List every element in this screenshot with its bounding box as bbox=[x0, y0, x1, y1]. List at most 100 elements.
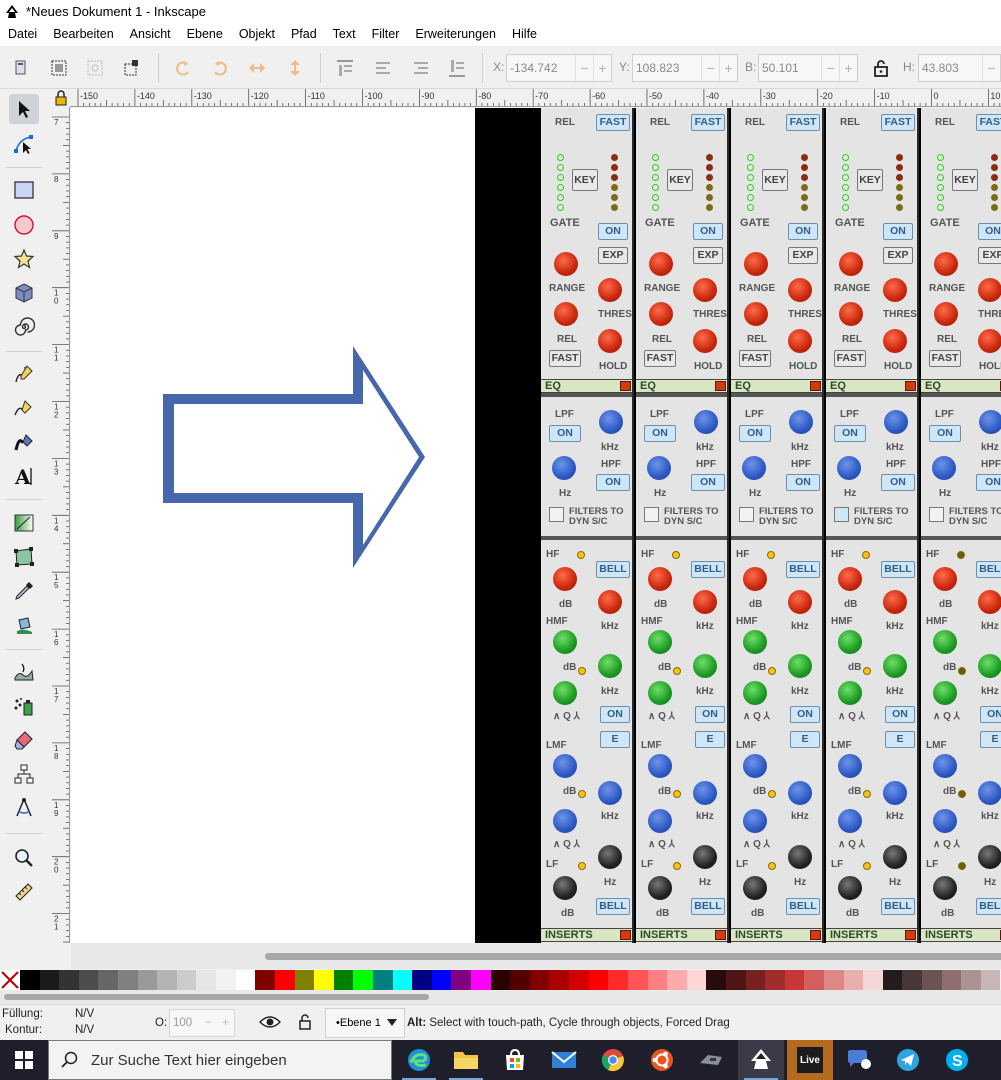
hf-bell-button[interactable]: BELL bbox=[596, 561, 630, 578]
lf-freq-knob[interactable] bbox=[883, 845, 907, 869]
menu-datei[interactable]: Datei bbox=[0, 23, 45, 46]
mesh-tool[interactable] bbox=[9, 542, 39, 572]
layer-lock-icon[interactable] bbox=[296, 1013, 314, 1031]
no-paint-swatch[interactable] bbox=[0, 970, 20, 990]
menu-pfad[interactable]: Pfad bbox=[283, 23, 325, 46]
vertical-ruler[interactable]: 789101112131415161718192021 bbox=[52, 107, 70, 943]
hmf-freq-knob[interactable] bbox=[883, 654, 907, 678]
y-value[interactable]: 108.823 bbox=[633, 61, 701, 75]
lmf-q-knob[interactable] bbox=[553, 809, 577, 833]
exp-button[interactable]: EXP bbox=[788, 247, 818, 264]
range-knob[interactable] bbox=[554, 252, 578, 276]
lf-freq-knob[interactable] bbox=[693, 845, 717, 869]
color-swatch[interactable] bbox=[20, 970, 40, 990]
thres-knob[interactable] bbox=[693, 278, 717, 302]
hf-freq-knob[interactable] bbox=[598, 590, 622, 614]
fast-button[interactable]: FAST bbox=[976, 114, 1001, 131]
exp-button[interactable]: EXP bbox=[598, 247, 628, 264]
lower-to-bottom-icon[interactable] bbox=[446, 57, 468, 79]
color-swatch[interactable] bbox=[667, 970, 687, 990]
connector-tool[interactable] bbox=[9, 759, 39, 789]
color-swatch[interactable] bbox=[294, 970, 315, 990]
selector-tool[interactable] bbox=[9, 94, 39, 124]
color-swatch[interactable] bbox=[961, 970, 981, 990]
layer-dropdown[interactable]: •Ebene 1 bbox=[325, 1008, 405, 1038]
hf-bell-button[interactable]: BELL bbox=[976, 561, 1001, 578]
range-knob[interactable] bbox=[744, 252, 768, 276]
hf-gain-knob[interactable] bbox=[933, 567, 957, 591]
color-swatch[interactable] bbox=[843, 970, 864, 990]
color-swatch[interactable] bbox=[823, 970, 844, 990]
gate-on-button[interactable]: ON bbox=[693, 223, 723, 240]
color-swatch[interactable] bbox=[765, 970, 785, 990]
opacity-field[interactable]: 100 − + bbox=[169, 1009, 235, 1037]
taskbar-game-app[interactable] bbox=[688, 1040, 734, 1080]
lf-bell-button[interactable]: BELL bbox=[881, 898, 915, 915]
width-field[interactable]: 50.101 − + bbox=[758, 54, 858, 82]
taskbar-chrome[interactable] bbox=[590, 1040, 636, 1080]
palette-scrollbar[interactable] bbox=[0, 990, 1001, 1004]
color-swatch[interactable] bbox=[882, 970, 903, 990]
height-decrement[interactable]: − bbox=[982, 55, 1000, 81]
taskbar-telegram[interactable] bbox=[885, 1040, 931, 1080]
thres-knob[interactable] bbox=[788, 278, 812, 302]
color-swatch[interactable] bbox=[608, 970, 628, 990]
height-field[interactable]: 43.803 − bbox=[918, 54, 1001, 82]
filters-to-dyn-checkbox[interactable] bbox=[929, 507, 944, 522]
inserts-led[interactable] bbox=[715, 930, 726, 940]
range-knob[interactable] bbox=[649, 252, 673, 276]
hmf-gain-knob[interactable] bbox=[933, 630, 957, 654]
hf-freq-knob[interactable] bbox=[788, 590, 812, 614]
color-swatch[interactable] bbox=[647, 970, 668, 990]
hmf-gain-knob[interactable] bbox=[743, 630, 767, 654]
eq-led[interactable] bbox=[810, 381, 821, 391]
hmf-on-button[interactable]: ON bbox=[695, 706, 725, 723]
taskbar-inkscape[interactable] bbox=[738, 1040, 784, 1080]
y-decrement[interactable]: − bbox=[701, 55, 719, 81]
hpf-on-button[interactable]: ON bbox=[691, 474, 725, 491]
fast-button[interactable]: FAST bbox=[739, 350, 771, 367]
hmf-on-button[interactable]: ON bbox=[790, 706, 820, 723]
taskbar-mail[interactable] bbox=[541, 1040, 587, 1080]
color-swatch[interactable] bbox=[706, 970, 726, 990]
eye-icon[interactable] bbox=[259, 1014, 281, 1030]
lpf-knob[interactable] bbox=[789, 410, 813, 434]
color-swatch[interactable] bbox=[235, 970, 256, 990]
lf-freq-knob[interactable] bbox=[598, 845, 622, 869]
ellipse-tool[interactable] bbox=[9, 210, 39, 240]
key-button[interactable]: KEY bbox=[857, 169, 883, 191]
gradient-tool[interactable] bbox=[9, 508, 39, 538]
taskbar-ubuntu[interactable] bbox=[639, 1040, 685, 1080]
flip-horizontal-icon[interactable] bbox=[246, 57, 268, 79]
3d-box-tool[interactable] bbox=[9, 278, 39, 308]
taskbar-skype[interactable]: S bbox=[934, 1040, 980, 1080]
lmf-e-button[interactable]: E bbox=[885, 731, 915, 748]
menu-objekt[interactable]: Objekt bbox=[231, 23, 283, 46]
lf-bell-button[interactable]: BELL bbox=[596, 898, 630, 915]
filters-to-dyn-checkbox[interactable] bbox=[834, 507, 849, 522]
hmf-gain-knob[interactable] bbox=[553, 630, 577, 654]
select-all-layers-icon[interactable] bbox=[48, 57, 70, 79]
color-swatch[interactable] bbox=[314, 970, 334, 990]
hf-gain-knob[interactable] bbox=[648, 567, 672, 591]
menu-bearbeiten[interactable]: Bearbeiten bbox=[45, 23, 121, 46]
hold-knob[interactable] bbox=[598, 329, 622, 353]
lf-bell-button[interactable]: BELL bbox=[691, 898, 725, 915]
gate-on-button[interactable]: ON bbox=[788, 223, 818, 240]
fast-button[interactable]: FAST bbox=[786, 114, 820, 131]
color-swatch[interactable] bbox=[196, 970, 217, 990]
lmf-freq-knob[interactable] bbox=[883, 781, 907, 805]
lmf-e-button[interactable]: E bbox=[790, 731, 820, 748]
color-swatch[interactable] bbox=[725, 970, 746, 990]
lf-freq-knob[interactable] bbox=[978, 845, 1001, 869]
rotate-cw-icon[interactable] bbox=[209, 57, 231, 79]
lpf-on-button[interactable]: ON bbox=[834, 425, 866, 442]
tweak-tool[interactable] bbox=[9, 657, 39, 687]
raise-to-top-icon[interactable] bbox=[334, 57, 356, 79]
eq-led[interactable] bbox=[905, 381, 916, 391]
fill-value[interactable]: N/V bbox=[75, 1008, 94, 1020]
color-swatch[interactable] bbox=[353, 970, 373, 990]
lpf-knob[interactable] bbox=[694, 410, 718, 434]
mixer-image[interactable]: REL FAST KEY GATE ON EXP RANGE THRES REL FAST HOLD… bbox=[475, 108, 1001, 943]
range-knob[interactable] bbox=[839, 252, 863, 276]
